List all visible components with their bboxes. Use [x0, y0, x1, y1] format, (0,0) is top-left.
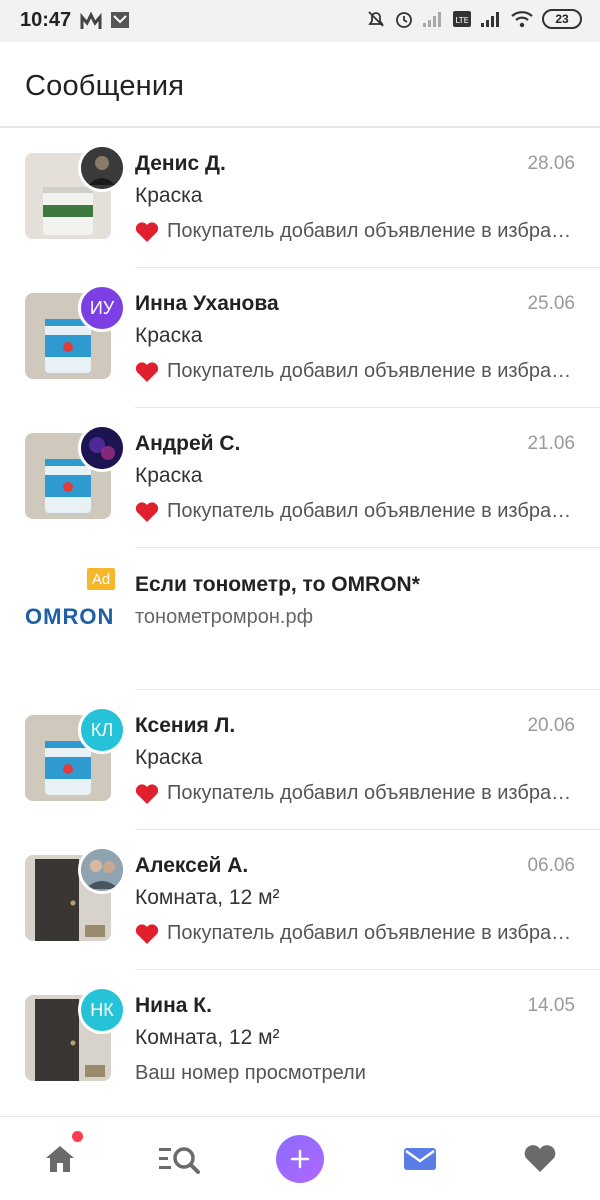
user-avatar: ИУ [78, 284, 126, 332]
app-header: Сообщения [0, 42, 600, 128]
listing-title: Комната, 12 м² [135, 1026, 280, 1049]
notification-app-icon [80, 11, 102, 29]
listing-title: Краска [135, 464, 203, 487]
favorites-icon [524, 1145, 556, 1172]
ad-logo: OMRON [25, 604, 115, 629]
listing-title: Краска [135, 746, 203, 769]
message-preview: Покупатель добавил объявление в избранно… [135, 500, 575, 523]
message-preview: Покупатель добавил объявление в избранно… [135, 360, 575, 383]
conversation-item[interactable]: Андрей С. 21.06 Краска Покупатель добави… [0, 408, 600, 548]
message-preview: Покупатель добавил объявление в избранно… [135, 782, 575, 805]
signal-icon [423, 12, 441, 27]
nav-favorites[interactable] [516, 1135, 564, 1183]
message-text: Покупатель добавил объявление в избранно… [167, 360, 575, 382]
message-preview: Ваш номер просмотрели [135, 1062, 575, 1085]
message-text: Покупатель добавил объявление в избранно… [167, 922, 575, 944]
user-avatar [78, 846, 126, 894]
message-preview: Покупатель добавил объявление в избранно… [135, 922, 575, 945]
user-avatar: НК [78, 986, 126, 1034]
heart-icon [135, 361, 159, 382]
heart-icon [135, 221, 159, 242]
nav-search[interactable] [156, 1135, 204, 1183]
nav-home[interactable] [36, 1135, 84, 1183]
status-time: 10:47 [20, 9, 72, 31]
avatar-initials: ИУ [89, 297, 115, 318]
message-preview: Покупатель добавил объявление в избранно… [135, 220, 575, 243]
sender-name: Алексей А. [135, 854, 249, 877]
status-bar: 10:47 LTE 23 [0, 0, 600, 42]
message-date: 28.06 [527, 153, 575, 174]
status-left-icons [80, 11, 130, 31]
ad-badge: Ad [87, 568, 115, 590]
user-avatar [78, 424, 126, 472]
sender-name: Денис Д. [135, 152, 226, 175]
alarm-icon [396, 12, 412, 28]
ad-banner[interactable]: Ad OMRON Если тонометр, то OMRON* тономе… [0, 548, 600, 690]
message-date: 14.05 [527, 995, 575, 1016]
signal-icon-2 [481, 12, 499, 27]
home-icon [46, 1146, 74, 1172]
add-icon [290, 1149, 310, 1169]
listing-title: Краска [135, 324, 203, 347]
conversation-item[interactable]: Денис Д. 28.06 Краска Покупатель добавил… [0, 128, 600, 268]
message-text: Покупатель добавил объявление в избранно… [167, 500, 575, 522]
status-right-icons: LTE 23 [366, 9, 582, 29]
message-date: 21.06 [527, 433, 575, 454]
nav-messages[interactable] [396, 1135, 444, 1183]
message-date: 06.06 [527, 855, 575, 876]
svg-text:LTE: LTE [455, 16, 468, 25]
sender-name: Ксения Л. [135, 714, 236, 737]
message-text: Покупатель добавил объявление в избранно… [167, 220, 575, 242]
sender-name: Андрей С. [135, 432, 241, 455]
heart-icon [135, 501, 159, 522]
ad-url: тонометромрон.рф [135, 606, 314, 628]
avatar-initials: КЛ [90, 719, 114, 740]
wifi-icon [511, 11, 533, 28]
message-text: Ваш номер просмотрели [135, 1062, 366, 1084]
heart-icon [135, 783, 159, 804]
search-list-icon [159, 1147, 200, 1174]
listing-title: Краска [135, 184, 203, 207]
battery-indicator: 23 [542, 9, 582, 29]
message-date: 20.06 [527, 715, 575, 736]
notification-dot [72, 1131, 83, 1142]
conversation-item[interactable]: НК Нина К. 14.05 Комната, 12 м² Ваш номе… [0, 970, 600, 1110]
conversation-item[interactable]: Алексей А. 06.06 Комната, 12 м² Покупате… [0, 830, 600, 970]
conversation-item[interactable]: КЛ Ксения Л. 20.06 Краска Покупатель доб… [0, 690, 600, 830]
listing-title: Комната, 12 м² [135, 886, 280, 909]
avatar-initials: НК [90, 999, 114, 1020]
user-avatar: КЛ [78, 706, 126, 754]
ad-title: Если тонометр, то OMRON* [135, 573, 420, 596]
page-title: Сообщения [25, 70, 185, 102]
heart-icon [135, 923, 159, 944]
messages-icon [404, 1148, 436, 1170]
conversation-item[interactable]: ИУ Инна Уханова 25.06 Краска Покупатель … [0, 268, 600, 408]
bottom-navigation [0, 1116, 600, 1200]
add-listing-button[interactable] [276, 1135, 324, 1183]
mute-bell-icon [368, 11, 384, 27]
message-date: 25.06 [527, 293, 575, 314]
lte-icon: LTE [453, 11, 471, 27]
sender-name: Нина К. [135, 994, 212, 1017]
sender-name: Инна Уханова [135, 292, 279, 315]
user-avatar [78, 144, 126, 192]
mail-notification-icon [111, 12, 129, 28]
message-text: Покупатель добавил объявление в избранно… [167, 782, 575, 804]
